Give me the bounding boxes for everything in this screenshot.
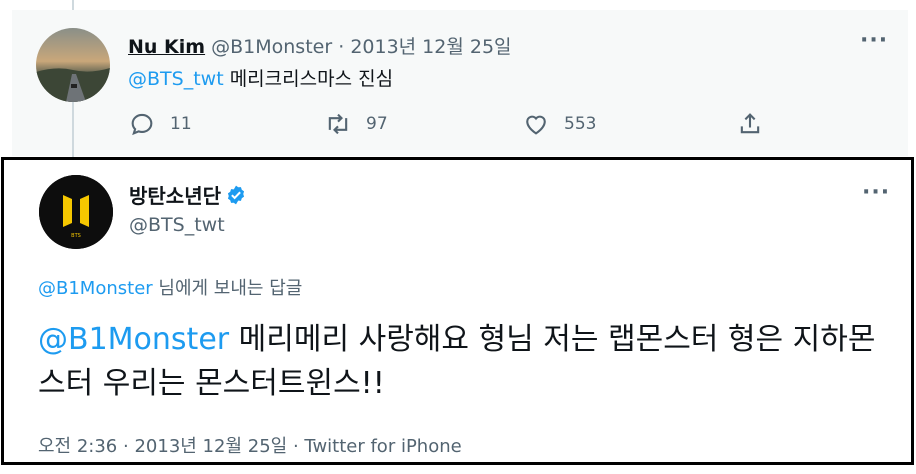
tweet-time[interactable]: 오전 2:36 [38, 436, 117, 457]
separator: · [292, 436, 299, 457]
tweet-text: @B1Monster 메리메리 사랑해요 형님 저는 랩몬스터 형은 지하몬스터… [38, 318, 888, 406]
share-icon [740, 113, 760, 134]
avatar-text: BTS [71, 233, 81, 239]
replying-to: @B1Monster 님에게 보내는 답글 [38, 274, 302, 300]
mention-link[interactable]: @B1Monster [38, 322, 229, 357]
heart-icon [526, 115, 546, 135]
separator: · [123, 436, 129, 457]
reply-button[interactable]: 11 [128, 110, 192, 138]
retweet-button[interactable]: 97 [324, 110, 388, 138]
author-handle[interactable]: @B1Monster [211, 36, 332, 58]
tweet-body: 메리크리스마스 진심 [229, 68, 394, 90]
retweet-icon [328, 113, 348, 135]
author-handle[interactable]: @BTS_twt [129, 214, 225, 236]
reply-to-suffix: 님에게 보내는 답글 [158, 278, 303, 299]
mention-link[interactable]: @BTS_twt [128, 68, 224, 90]
tweet-date[interactable]: 2013년 12월 25일 [350, 36, 511, 58]
tweet-text: @BTS_twt 메리크리스마스 진심 [128, 64, 393, 91]
more-horizontal-icon[interactable]: ··· [860, 28, 888, 53]
more-horizontal-icon[interactable]: ··· [862, 180, 890, 205]
retweet-count: 97 [366, 114, 388, 134]
avatar[interactable] [36, 28, 110, 102]
main-tweet: BTS 방탄소년단 @BTS_twt ··· @B1Monster 님에게 보내… [1, 157, 914, 465]
thread-line [72, 102, 74, 158]
share-button[interactable] [736, 110, 778, 138]
separator: · [338, 36, 345, 58]
author-name-row: 방탄소년단 [129, 180, 247, 209]
author-name[interactable]: Nu Kim [128, 36, 205, 58]
avatar[interactable]: BTS [39, 175, 113, 249]
reply-tweet[interactable]: Nu Kim @B1Monster · 2013년 12월 25일 ··· @B… [12, 10, 908, 156]
tweet-meta: 오전 2:36 · 2013년 12월 25일 · Twitter for iP… [38, 432, 462, 458]
tweet-source[interactable]: Twitter for iPhone [304, 436, 461, 457]
reply-header: Nu Kim @B1Monster · 2013년 12월 25일 [128, 32, 512, 59]
like-count: 553 [564, 114, 597, 134]
verified-badge-icon [227, 185, 245, 204]
bts-logo-icon: BTS [39, 175, 113, 249]
reply-count: 11 [170, 114, 192, 134]
author-name[interactable]: 방탄소년단 [129, 180, 221, 209]
like-button[interactable]: 553 [522, 110, 596, 138]
reply-icon [131, 113, 153, 136]
action-bar: 11 97 553 [128, 110, 868, 140]
reply-to-mention[interactable]: @B1Monster [38, 278, 153, 299]
tweet-date[interactable]: 2013년 12월 25일 [134, 436, 287, 457]
